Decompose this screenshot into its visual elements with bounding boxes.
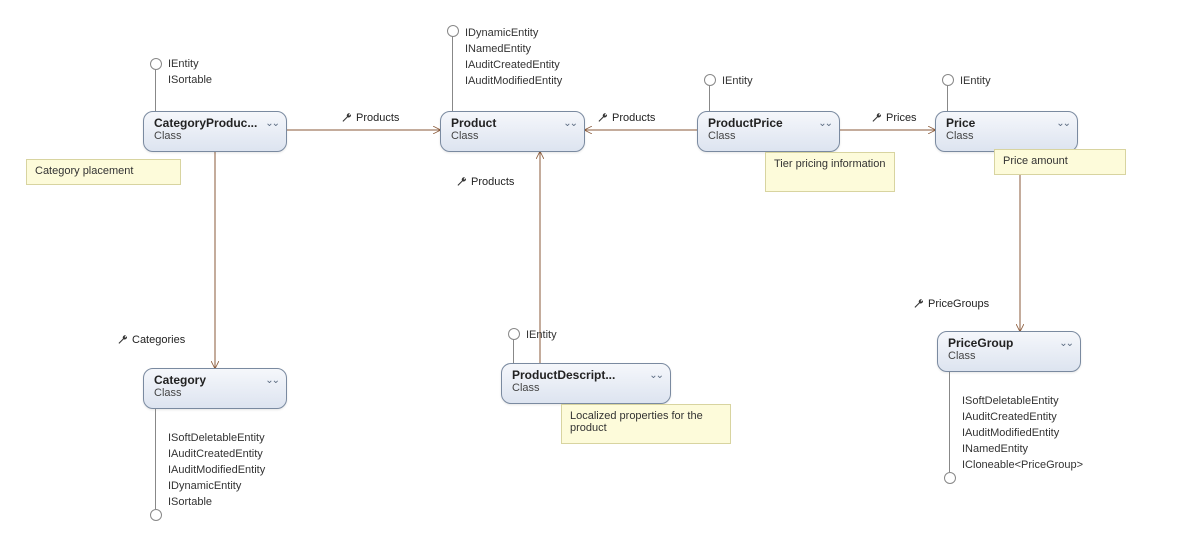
expand-chevron-icon[interactable]: ⌄⌄ [1056,118,1069,129]
lollipop-icon [704,74,716,86]
interface-list-pricegroup: ISoftDeletableEntity IAuditCreatedEntity… [962,393,1083,473]
class-subtitle: Class [512,382,660,394]
interface-item: IEntity [526,327,557,343]
wrench-icon [117,334,129,346]
lollipop-stem [513,339,514,363]
interface-item: IAuditModifiedEntity [168,462,265,478]
class-title: PriceGroup [948,336,1070,350]
interface-list-price: IEntity [960,73,991,89]
class-price[interactable]: Price Class ⌄⌄ [935,111,1078,152]
lollipop-icon [150,58,162,70]
lollipop-stem [947,85,948,111]
lollipop-stem [949,372,950,472]
interface-item: ISoftDeletableEntity [168,430,265,446]
interface-item: INamedEntity [962,441,1083,457]
wrench-icon [913,298,925,310]
assoc-text: Products [471,176,514,188]
note-price-amount: Price amount [994,149,1126,175]
expand-chevron-icon[interactable]: ⌄⌄ [1059,338,1072,349]
class-categoryproduct[interactable]: CategoryProduc... Class ⌄⌄ [143,111,287,152]
interface-item: IDynamicEntity [168,478,265,494]
class-category[interactable]: Category Class ⌄⌄ [143,368,287,409]
lollipop-stem [155,409,156,509]
interface-item: IEntity [722,73,753,89]
interface-item: ICloneable<PriceGroup> [962,457,1083,473]
wrench-icon [456,176,468,188]
note-category-placement: Category placement [26,159,181,185]
interface-item: IAuditCreatedEntity [168,446,265,462]
interface-item: INamedEntity [465,41,562,57]
class-subtitle: Class [946,130,1067,142]
assoc-text: PriceGroups [928,298,989,310]
class-productprice[interactable]: ProductPrice Class ⌄⌄ [697,111,840,152]
interface-list-product: IDynamicEntity INamedEntity IAuditCreate… [465,25,562,89]
note-text: Price amount [1003,155,1068,167]
assoc-products-right: Products [597,112,655,124]
wrench-icon [597,112,609,124]
interface-item: IEntity [168,56,212,72]
interface-item: ISortable [168,494,265,510]
class-title: ProductDescript... [512,368,660,382]
interface-item: IEntity [960,73,991,89]
interface-item: IAuditCreatedEntity [962,409,1083,425]
interface-item: IAuditCreatedEntity [465,57,562,73]
lollipop-icon [942,74,954,86]
lollipop-icon [447,25,459,37]
assoc-text: Products [612,112,655,124]
assoc-pricegroups: PriceGroups [913,298,989,310]
expand-chevron-icon[interactable]: ⌄⌄ [649,370,662,381]
class-subtitle: Class [154,130,276,142]
assoc-text: Categories [132,334,185,346]
class-productdescription[interactable]: ProductDescript... Class ⌄⌄ [501,363,671,404]
note-text: Tier pricing information [774,158,885,170]
assoc-text: Products [356,112,399,124]
lollipop-icon [944,472,956,484]
assoc-text: Prices [886,112,917,124]
lollipop-icon [508,328,520,340]
expand-chevron-icon[interactable]: ⌄⌄ [563,118,576,129]
class-subtitle: Class [451,130,574,142]
expand-chevron-icon[interactable]: ⌄⌄ [265,118,278,129]
interface-list-productprice: IEntity [722,73,753,89]
note-text: Category placement [35,165,133,177]
class-title: ProductPrice [708,116,829,130]
note-localized-props: Localized properties for the product [561,404,731,444]
interface-list-categoryproduct: IEntity ISortable [168,56,212,88]
note-tier-pricing: Tier pricing information [765,152,895,192]
expand-chevron-icon[interactable]: ⌄⌄ [818,118,831,129]
class-title: Category [154,373,276,387]
class-subtitle: Class [708,130,829,142]
assoc-prices: Prices [871,112,917,124]
class-product[interactable]: Product Class ⌄⌄ [440,111,585,152]
lollipop-icon [150,509,162,521]
assoc-categories: Categories [117,334,185,346]
interface-item: IAuditModifiedEntity [962,425,1083,441]
interface-item: IDynamicEntity [465,25,562,41]
class-pricegroup[interactable]: PriceGroup Class ⌄⌄ [937,331,1081,372]
interface-item: IAuditModifiedEntity [465,73,562,89]
note-text: Localized properties for the product [570,410,703,434]
interface-item: ISoftDeletableEntity [962,393,1083,409]
lollipop-stem [155,69,156,111]
class-title: Product [451,116,574,130]
lollipop-stem [709,85,710,111]
interface-list-category: ISoftDeletableEntity IAuditCreatedEntity… [168,430,265,510]
class-subtitle: Class [154,387,276,399]
interface-list-productdescription: IEntity [526,327,557,343]
class-title: Price [946,116,1067,130]
expand-chevron-icon[interactable]: ⌄⌄ [265,375,278,386]
assoc-products-left: Products [341,112,399,124]
wrench-icon [341,112,353,124]
class-subtitle: Class [948,350,1070,362]
assoc-products-bottom: Products [456,176,514,188]
class-title: CategoryProduc... [154,116,276,130]
interface-item: ISortable [168,72,212,88]
lollipop-stem [452,36,453,111]
wrench-icon [871,112,883,124]
